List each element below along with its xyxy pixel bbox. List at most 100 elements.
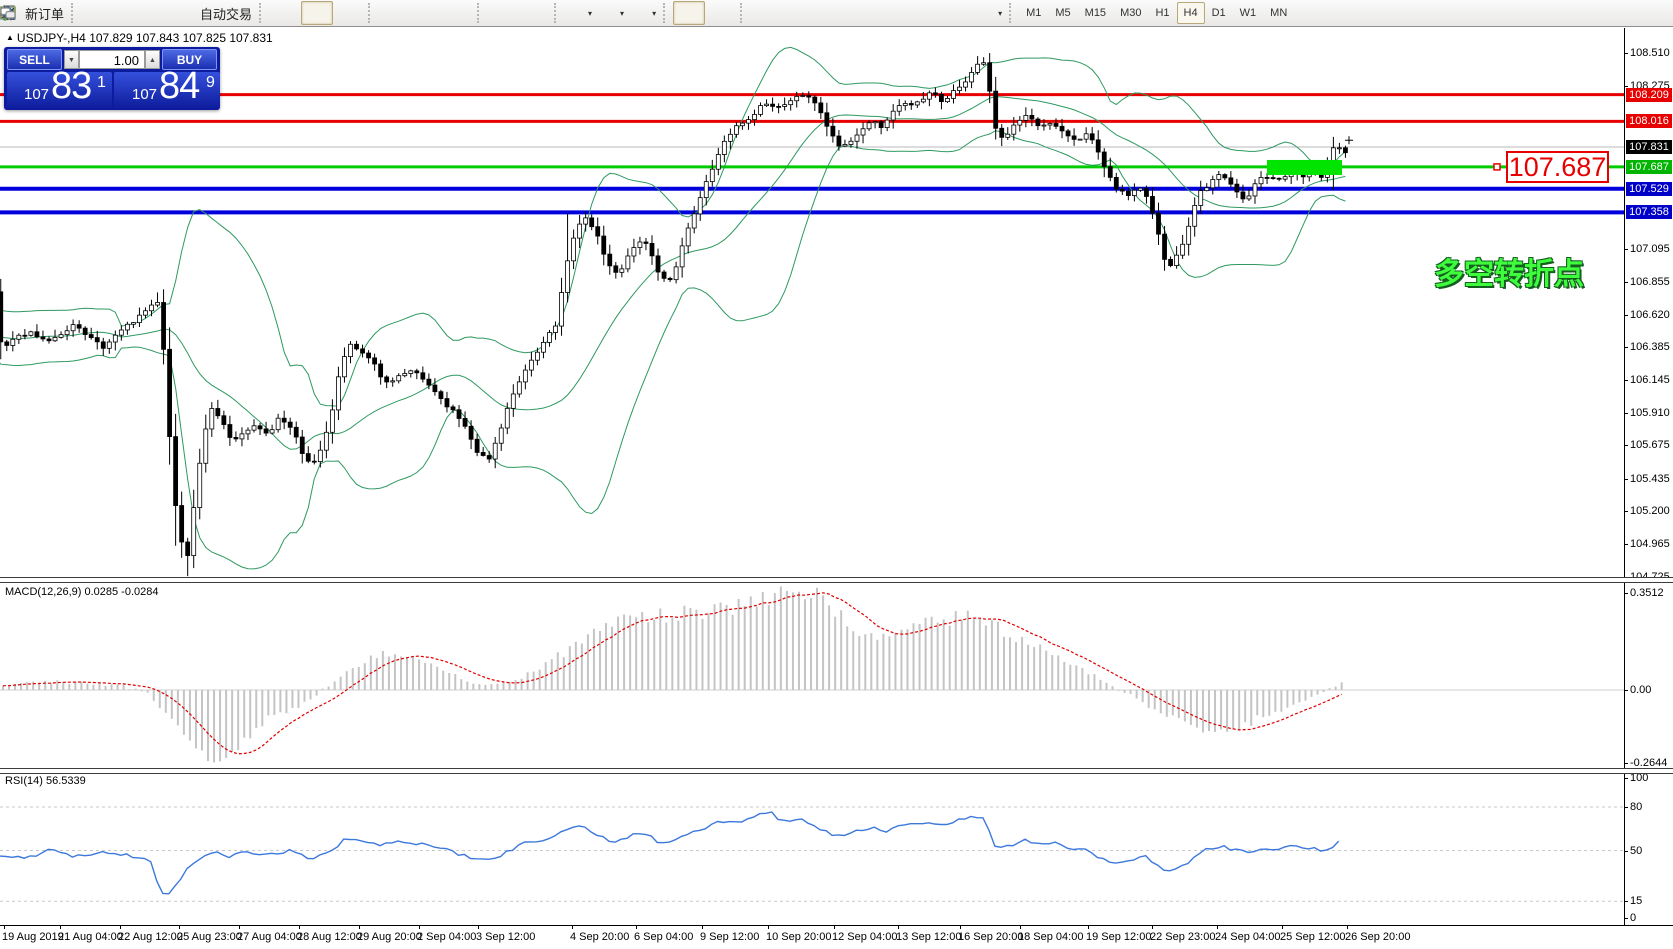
macd-axis: 0.3512 0.00 -0.2644	[1625, 582, 1673, 768]
time-tick-label: 21 Aug 04:00	[58, 931, 123, 943]
bar-chart-button[interactable]	[269, 1, 301, 25]
timeframe-h1-button[interactable]: H1	[1148, 2, 1176, 24]
chat-button[interactable]	[1633, 1, 1665, 25]
time-tick-label: 24 Sep 04:00	[1215, 931, 1280, 943]
text-button[interactable]: A	[910, 1, 942, 25]
search-button[interactable]	[1597, 1, 1629, 25]
timeframe-mn-button[interactable]: MN	[1263, 2, 1294, 24]
arrow-objects-button[interactable]: ▾	[974, 1, 1006, 25]
price-tick-label: 106.620	[1630, 309, 1670, 321]
timeframe-w1-button[interactable]: W1	[1233, 2, 1264, 24]
chat-icon	[1641, 5, 1657, 21]
cursor-icon	[681, 5, 697, 21]
macd-pane-separator[interactable]	[0, 577, 1673, 583]
time-tick-label: 6 Sep 04:00	[634, 931, 693, 943]
time-tick-label: 27 Aug 04:00	[237, 931, 302, 943]
text-label-icon: T	[950, 5, 966, 21]
buy-price-pips: 84	[159, 65, 199, 108]
sell-price-display[interactable]: 107 83 1	[7, 72, 112, 108]
price-tick-label: 106.145	[1630, 374, 1670, 386]
candlestick-chart-button[interactable]	[301, 1, 333, 25]
rsi-pane-separator[interactable]	[0, 768, 1673, 774]
price-level-callout[interactable]: 107.687	[1506, 151, 1609, 183]
time-tick-label: 4 Sep 20:00	[570, 931, 629, 943]
fibonacci-retracement-icon: F	[886, 5, 902, 21]
time-tick-label: 29 Aug 20:00	[357, 931, 422, 943]
time-tick-label: 13 Sep 12:00	[896, 931, 961, 943]
price-tick-label: 105.910	[1630, 407, 1670, 419]
price-tick-label: 104.965	[1630, 538, 1670, 550]
new-order-label: 新订单	[25, 4, 64, 23]
periods-icon	[600, 5, 616, 21]
timeframe-m1-button[interactable]: M1	[1019, 2, 1048, 24]
vertical-line-button[interactable]	[750, 1, 782, 25]
time-tick-label: 10 Sep 20:00	[766, 931, 831, 943]
macd-tick-label: 0.00	[1630, 684, 1651, 696]
one-click-trade-panel: SELL ▼ 1.00 ▲ BUY 107 83 1 107 84 9	[4, 47, 220, 110]
trendline-icon	[822, 5, 838, 21]
bar-chart-icon	[277, 5, 293, 21]
arrow-objects-icon	[978, 5, 994, 21]
price-tag: 107.831	[1626, 140, 1672, 154]
symbol-collapse-icon[interactable]: ▲	[6, 33, 14, 42]
equidistant-channel-button[interactable]: E	[846, 1, 878, 25]
price-chart[interactable]	[0, 28, 1624, 578]
auto-trading-icon	[181, 5, 197, 21]
turning-point-annotation[interactable]: 多空转折点	[1434, 249, 1584, 293]
auto-trading-button[interactable]: 自动交易	[177, 1, 256, 25]
rsi-level-label: 50	[1630, 845, 1642, 857]
indicators-button[interactable]: ▾	[564, 1, 596, 25]
text-label-button[interactable]: T	[942, 1, 974, 25]
timeframe-d1-button[interactable]: D1	[1205, 2, 1233, 24]
line-chart-button[interactable]	[333, 1, 365, 25]
rsi-axis: 100 80 50 15 0	[1625, 772, 1673, 925]
zoom-in-button[interactable]	[378, 1, 410, 25]
templates-button[interactable]: ▾	[628, 1, 660, 25]
crosshair-icon	[713, 5, 729, 21]
text-icon: A	[918, 5, 934, 21]
trendline-button[interactable]	[814, 1, 846, 25]
time-tick-label: 28 Aug 12:00	[297, 931, 362, 943]
fibonacci-retracement-button[interactable]: F	[878, 1, 910, 25]
zoom-out-button[interactable]	[410, 1, 442, 25]
chart-shift-button[interactable]	[519, 1, 551, 25]
price-tick-label: 106.385	[1630, 341, 1670, 353]
zoom-in-icon	[386, 5, 402, 21]
dropdown-caret-icon: ▾	[998, 9, 1002, 18]
time-tick-label: 16 Sep 20:00	[958, 931, 1023, 943]
time-axis[interactable]: 19 Aug 2019 21 Aug 04:00 22 Aug 12:00 25…	[0, 926, 1673, 949]
styler-button[interactable]	[81, 1, 113, 25]
buy-price-display[interactable]: 107 84 9	[114, 72, 220, 108]
tile-windows-button[interactable]	[442, 1, 474, 25]
sell-price-base: 107	[24, 86, 49, 103]
crosshair-button[interactable]	[705, 1, 737, 25]
horizontal-line-icon	[790, 5, 806, 21]
price-tag: 108.016	[1626, 114, 1672, 128]
timeframe-m5-button[interactable]: M5	[1048, 2, 1077, 24]
volume-increase-button[interactable]: ▲	[145, 50, 160, 69]
signals-button[interactable]	[145, 1, 177, 25]
market-window-button[interactable]	[113, 1, 145, 25]
mt4-terminal: 新订单 自动交易 ▾ ▾ ▾ EFAT ▾ M1M5M15M30H1H4D1W1MN 108.…	[0, 0, 1673, 949]
price-tag: 107.358	[1626, 205, 1672, 219]
dropdown-caret-icon: ▾	[588, 9, 592, 18]
auto-scroll-button[interactable]	[487, 1, 519, 25]
cursor-button[interactable]	[673, 1, 705, 25]
timeframe-m15-button[interactable]: M15	[1078, 2, 1113, 24]
price-axis: 108.510 108.275 107.095 106.855 106.620 …	[1625, 28, 1673, 578]
plot-bottom-border	[0, 925, 1673, 926]
toolbar-grip	[71, 3, 78, 23]
dropdown-caret-icon: ▾	[620, 9, 624, 18]
time-tick-label: 9 Sep 12:00	[700, 931, 759, 943]
rsi-pane[interactable]	[0, 772, 1624, 925]
timeframe-m30-button[interactable]: M30	[1113, 2, 1148, 24]
line-chart-icon	[341, 5, 357, 21]
toolbar-grip	[554, 3, 561, 23]
macd-pane[interactable]	[0, 582, 1624, 768]
price-tag: 107.529	[1626, 182, 1672, 196]
styler-icon	[89, 5, 105, 21]
horizontal-line-button[interactable]	[782, 1, 814, 25]
toolbar-grip	[1009, 3, 1016, 23]
timeframe-h4-button[interactable]: H4	[1177, 2, 1205, 24]
periods-button[interactable]: ▾	[596, 1, 628, 25]
